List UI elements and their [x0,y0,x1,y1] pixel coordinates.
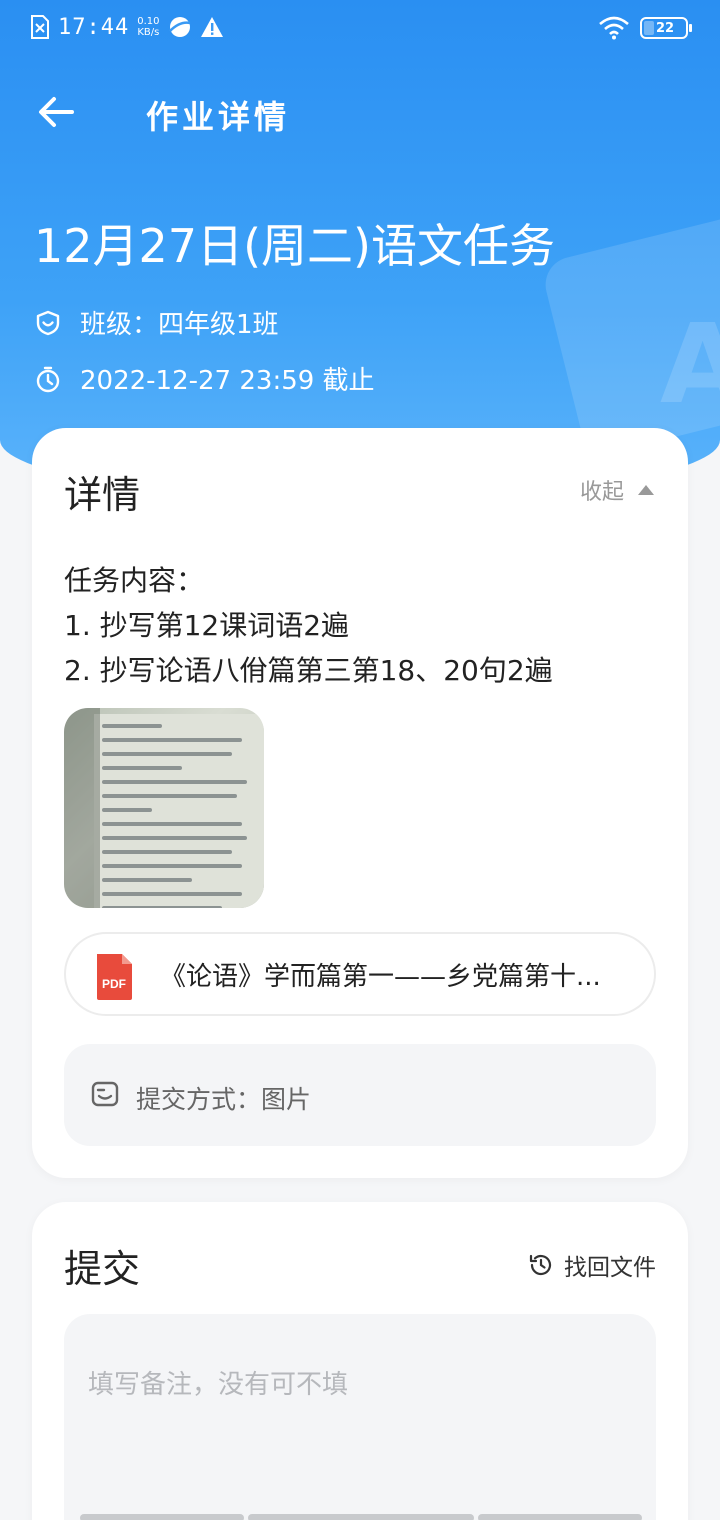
app-bar: 作业详情 [0,80,720,144]
class-row: 班级：四年级1班 [34,304,279,341]
submit-method-box: 提交方式：图片 [64,1044,656,1146]
deadline-row: 2022-12-27 23:59 截止 [34,360,375,397]
status-time: 17:44 [58,14,130,40]
stopwatch-icon [36,366,60,392]
submit-method-label: 提交方式：图片 [136,1085,312,1114]
pdf-file-icon: PDF [97,954,132,1000]
detail-heading: 详情 [64,473,141,517]
thumbnail-page [94,714,264,908]
shield-icon [36,310,60,335]
network-speed-value: 0.10 [137,16,160,27]
browser-icon [168,17,190,37]
submit-card: 提交 找回文件 [32,1202,688,1520]
toolbar-segment[interactable] [248,1514,474,1520]
caret-up-icon [638,485,654,495]
back-button[interactable] [34,90,78,134]
status-bar: 17:44 0.10 KB/s 22 [0,0,720,56]
task-title: 12月27日(周二)语文任务 [34,219,555,273]
toolbar-segment[interactable] [478,1514,642,1520]
class-label: 班级：四年级1班 [80,310,279,340]
recover-file-label: 找回文件 [564,1255,656,1281]
detail-card: 详情 收起 任务内容： 1. 抄写第12课词语2遍 2. 抄写论语八佾篇第三第1… [32,428,688,1178]
pdf-type-label: PDF [102,977,126,991]
battery-percent: 22 [656,20,675,36]
arrow-left-icon [39,97,74,127]
history-icon [529,1254,552,1276]
recover-file-button[interactable]: 找回文件 [528,1248,656,1282]
decorative-letter-a: A [660,300,720,428]
note-input[interactable] [64,1314,656,1520]
attachment-file[interactable]: PDF 《论语》学而篇第一——乡党篇第十... [64,932,656,1016]
collapse-label: 收起 [579,480,624,505]
page-title: 作业详情 [146,98,291,136]
network-speed: 0.10 KB/s [137,16,159,38]
upload-toolbar [80,1514,642,1520]
wifi-icon [599,16,629,40]
task-content: 任务内容： 1. 抄写第12课词语2遍 2. 抄写论语八佾篇第三第18、20句2… [64,558,553,693]
attachment-image-thumbnail[interactable] [64,708,264,908]
toolbar-segment[interactable] [80,1514,244,1520]
submit-method-icon [91,1081,119,1107]
network-speed-unit: KB/s [137,27,160,38]
content-line: 任务内容： [64,564,205,597]
battery-level [644,21,654,35]
content-line: 2. 抄写论语八佾篇第三第18、20句2遍 [64,654,553,687]
deadline-label: 2022-12-27 23:59 截止 [80,366,375,396]
battery-icon: 22 [640,17,692,39]
content-line: 1. 抄写第12课词语2遍 [64,609,350,642]
warning-icon [200,17,223,37]
sim-icon [31,15,49,39]
collapse-button[interactable]: 收起 [580,474,654,506]
submit-heading: 提交 [64,1247,141,1291]
file-name: 《论语》学而篇第一——乡党篇第十... [160,962,601,992]
